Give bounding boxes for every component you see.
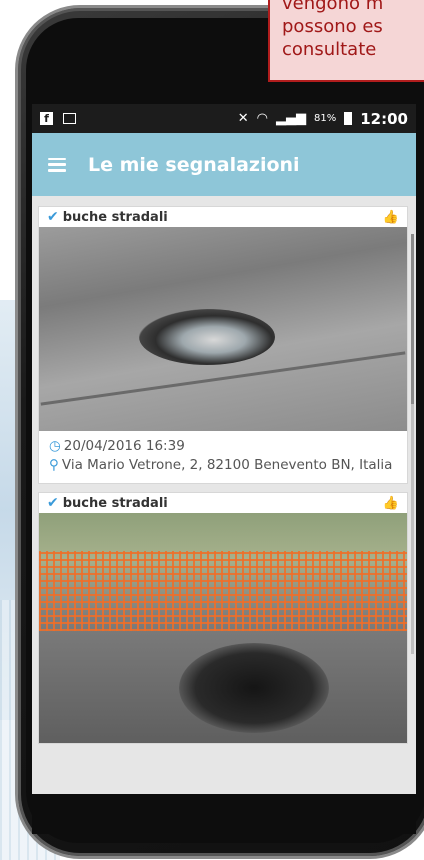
report-card[interactable]: ✔ buche stradali 👍 bbox=[38, 492, 408, 744]
status-bar: f ✕ ◠ ▂▄▆ 81% 12:00 bbox=[32, 104, 416, 133]
check-icon: ✔ bbox=[47, 209, 59, 225]
sinkhole bbox=[179, 643, 329, 733]
report-photo[interactable] bbox=[39, 227, 407, 431]
wifi-icon: ◠ bbox=[256, 111, 269, 126]
battery-icon bbox=[344, 112, 353, 125]
phone-nav-bar bbox=[32, 794, 416, 834]
thumbs-up-icon[interactable]: 👍 bbox=[383, 496, 399, 511]
report-category: buche stradali bbox=[62, 495, 168, 511]
report-category: buche stradali bbox=[62, 209, 168, 225]
facebook-notification-icon: f bbox=[40, 112, 53, 125]
callout-box: vengono m possono es consultate bbox=[268, 0, 424, 82]
orange-barrier-fence bbox=[39, 551, 407, 631]
signal-icon: ▂▄▆ bbox=[276, 111, 307, 126]
page-title: Le mie segnalazioni bbox=[88, 153, 300, 176]
callout-line: consultate bbox=[282, 39, 377, 60]
report-address: Via Mario Vetrone, 2, 82100 Benevento BN… bbox=[61, 457, 393, 473]
report-datetime: 20/04/2016 16:39 bbox=[63, 438, 185, 454]
report-card[interactable]: ✔ buche stradali 👍 ◷ 20/04/2016 16:39 ⚲ Vi… bbox=[38, 206, 408, 484]
menu-icon[interactable] bbox=[48, 157, 66, 172]
clock-time: 12:00 bbox=[360, 109, 408, 128]
report-header: ✔ buche stradali 👍 bbox=[39, 207, 407, 227]
check-icon: ✔ bbox=[47, 495, 59, 511]
pothole bbox=[139, 309, 275, 365]
callout-line: possono es bbox=[282, 16, 383, 37]
app-bar: Le mie segnalazioni bbox=[32, 133, 416, 196]
scrollbar-thumb[interactable] bbox=[411, 234, 414, 404]
clock-icon: ◷ bbox=[49, 438, 61, 454]
app-screen: f ✕ ◠ ▂▄▆ 81% 12:00 Le mie segnalazioni … bbox=[32, 104, 416, 794]
report-photo[interactable] bbox=[39, 513, 407, 743]
thumbs-up-icon[interactable]: 👍 bbox=[383, 210, 399, 225]
callout-line: vengono m bbox=[282, 0, 384, 14]
location-pin-icon: ⚲ bbox=[49, 457, 59, 473]
report-meta: ◷ 20/04/2016 16:39 ⚲ Via Mario Vetrone, 2,… bbox=[39, 431, 407, 483]
report-header: ✔ buche stradali 👍 bbox=[39, 493, 407, 513]
image-notification-icon bbox=[63, 113, 76, 124]
mute-icon: ✕ bbox=[237, 111, 249, 126]
battery-percent: 81% bbox=[314, 113, 337, 124]
report-list: ✔ buche stradali 👍 ◷ 20/04/2016 16:39 ⚲ Vi… bbox=[32, 196, 416, 744]
